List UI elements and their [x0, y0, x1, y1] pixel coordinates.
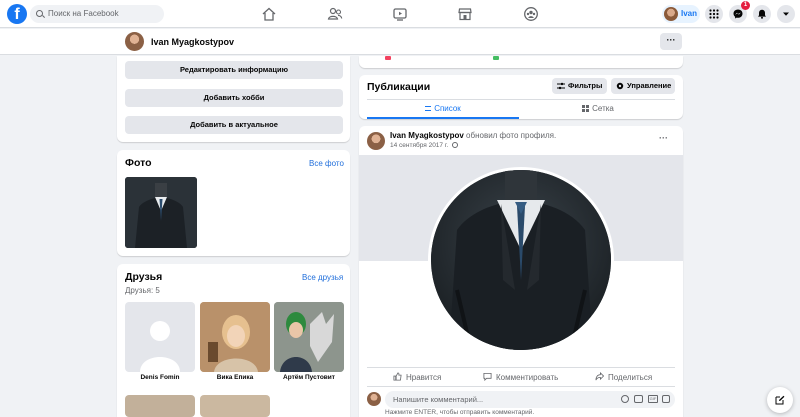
tab-list-label: Список — [434, 104, 461, 113]
photo-video-icon — [493, 56, 499, 60]
friend-photo[interactable] — [274, 302, 344, 372]
account-caret-icon — [783, 12, 789, 16]
friend-photo[interactable] — [200, 395, 270, 417]
menu-grid-icon — [709, 9, 719, 19]
notifications-button[interactable] — [753, 5, 771, 23]
tab-grid[interactable]: Сетка — [521, 100, 675, 118]
profile-chip-name: Ivan — [681, 9, 698, 18]
friend-name[interactable]: Артём Пустовит — [274, 374, 344, 381]
sticker-icon[interactable] — [662, 395, 670, 403]
share-button[interactable]: Поделиться — [595, 371, 652, 385]
add-hobbies-button[interactable]: Добавить хобби — [125, 89, 343, 107]
watch-icon[interactable] — [392, 6, 408, 22]
messenger-icon — [733, 9, 743, 19]
grid-icon — [582, 105, 590, 112]
friends-count: Друзья: 5 — [125, 286, 160, 295]
bell-icon — [758, 9, 766, 19]
avatar — [367, 392, 381, 406]
friend-photo[interactable] — [200, 302, 270, 372]
home-icon[interactable] — [261, 6, 277, 22]
emoji-icon[interactable] — [621, 395, 629, 403]
post-media[interactable] — [359, 155, 683, 367]
composer-card-bottom — [359, 56, 683, 68]
comment-button[interactable]: Комментировать — [483, 371, 558, 385]
share-icon — [595, 371, 605, 381]
tab-grid-label: Сетка — [592, 104, 614, 113]
profile-sticky-header: Ivan Myagkostypov ··· — [0, 29, 800, 55]
friends-icon[interactable] — [327, 6, 343, 22]
list-icon — [425, 106, 432, 111]
photos-title: Фото — [125, 157, 152, 169]
notification-badge: 1 — [741, 1, 750, 10]
post-headline: Ivan Myagkostypov обновил фото профиля. — [390, 131, 556, 140]
compose-icon — [775, 395, 785, 405]
post-author[interactable]: Ivan Myagkostypov — [390, 131, 464, 140]
post-date[interactable]: 14 сентября 2017 г. — [390, 142, 459, 149]
photo-thumbnail[interactable] — [125, 177, 197, 248]
search-input[interactable]: Поиск на Facebook — [30, 5, 164, 23]
comment-icon — [483, 372, 492, 382]
friends-title: Друзья — [125, 271, 163, 283]
all-photos-link[interactable]: Все фото — [309, 159, 344, 168]
manage-label: Управление — [627, 81, 672, 90]
friend-name[interactable]: Вика Епика — [200, 374, 270, 381]
filters-label: Фильтры — [568, 81, 603, 90]
search-icon — [36, 10, 43, 17]
filters-button[interactable]: Фильтры — [552, 78, 607, 94]
friend-name[interactable]: Denis Fomin — [125, 374, 195, 381]
like-label: Нравится — [406, 373, 442, 382]
profile-chip[interactable]: Ivan — [662, 5, 700, 23]
avatar[interactable] — [367, 132, 385, 150]
avatar[interactable] — [125, 32, 144, 51]
divider — [367, 386, 675, 387]
like-button[interactable]: Нравится — [393, 371, 441, 385]
comment-placeholder: Напишите комментарий... — [393, 395, 484, 404]
manage-posts-button[interactable]: Управление — [611, 78, 675, 94]
gif-icon[interactable]: GIF — [648, 395, 658, 403]
menu-grid-button[interactable] — [705, 5, 723, 23]
friend-photo[interactable] — [125, 302, 195, 372]
divider — [367, 367, 675, 368]
active-tab-indicator — [367, 117, 519, 119]
post-more-button[interactable]: ··· — [659, 133, 668, 143]
profile-photo[interactable] — [431, 170, 611, 350]
comment-label: Комментировать — [496, 373, 559, 382]
filters-icon — [557, 82, 565, 90]
account-button[interactable] — [777, 5, 795, 23]
globe-icon — [452, 142, 459, 148]
new-message-button[interactable] — [767, 387, 793, 413]
all-friends-link[interactable]: Все друзья — [302, 273, 343, 282]
enter-hint: Нажмите ENTER, чтобы отправить комментар… — [385, 409, 535, 416]
tab-list[interactable]: Список — [367, 100, 519, 118]
posts-title: Публикации — [367, 81, 431, 93]
post-action: обновил фото профиля. — [466, 131, 557, 140]
add-featured-button[interactable]: Добавить в актуальное — [125, 116, 343, 134]
camera-icon[interactable] — [634, 395, 643, 403]
more-options-button[interactable]: ··· — [660, 33, 682, 50]
friend-photo[interactable] — [125, 395, 195, 417]
like-icon — [393, 372, 402, 381]
gear-icon — [616, 82, 624, 90]
comment-input[interactable]: Напишите комментарий... GIF — [385, 391, 675, 408]
post-date-text: 14 сентября 2017 г. — [390, 142, 449, 149]
avatar — [664, 7, 678, 21]
share-label: Поделиться — [608, 373, 653, 382]
groups-icon[interactable] — [523, 6, 539, 22]
facebook-logo[interactable]: f — [7, 4, 27, 24]
live-video-icon — [385, 56, 391, 60]
edit-info-button[interactable]: Редактировать информацию — [125, 61, 343, 79]
marketplace-icon[interactable] — [457, 6, 473, 22]
profile-name[interactable]: Ivan Myagkostypov — [151, 29, 234, 55]
top-navigation-bar: f Поиск на Facebook Ivan 1 — [0, 0, 800, 28]
search-placeholder: Поиск на Facebook — [48, 9, 119, 18]
